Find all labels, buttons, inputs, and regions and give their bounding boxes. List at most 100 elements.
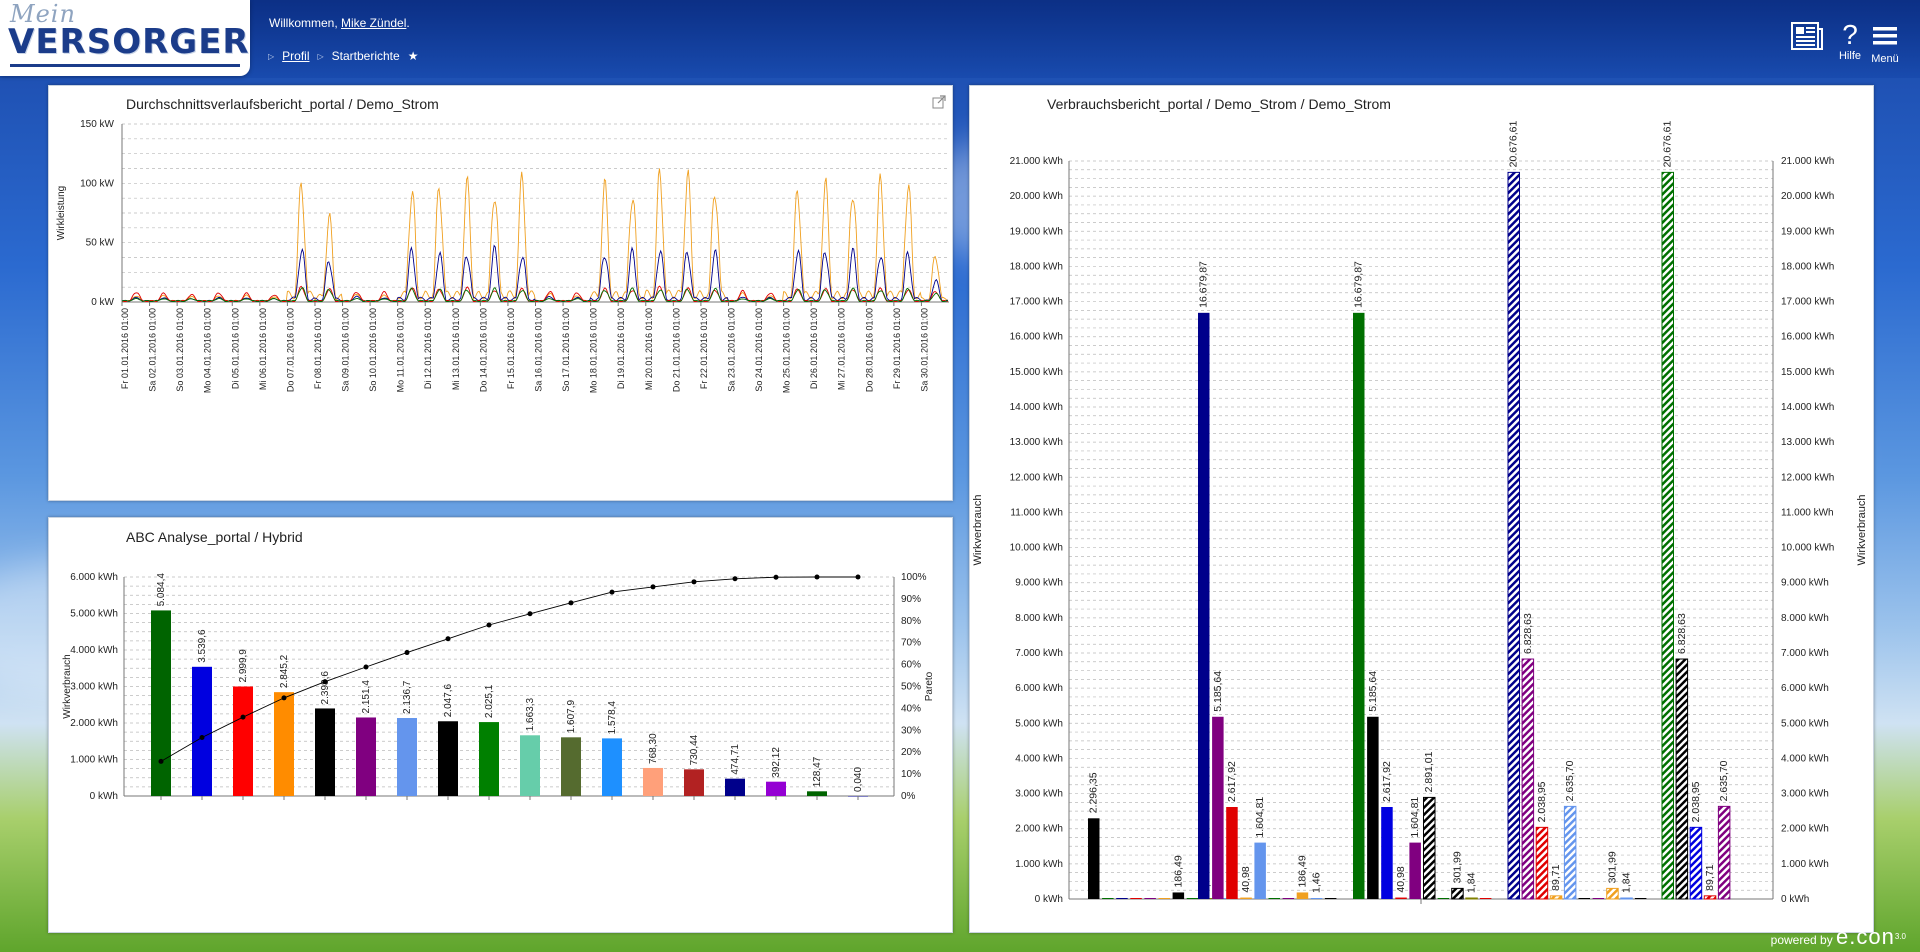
favorite-star-icon[interactable]: ★ [408,49,419,63]
y2-tick-label: 40% [901,703,921,714]
bar [766,781,786,796]
bar [1507,171,1520,900]
bar [1226,806,1238,899]
bar [1437,898,1450,899]
x-tick-label: Sa 09.01.2016 01:00 [341,308,351,392]
bar-value-label: 89,71 [1550,864,1562,890]
pareto-point [773,574,779,580]
y-tick-label: 2.000 kWh [70,718,118,729]
y2-tick-label: 5.000 kWh [1781,718,1829,729]
y2-tick-label: 16.000 kWh [1781,332,1834,343]
breadcrumb-startberichte[interactable]: Startberichte [332,49,400,63]
bar-value-label: 2.047,6 [443,683,454,717]
bar [1563,805,1577,900]
bar [1634,898,1647,899]
y-tick-label: 16.000 kWh [1010,332,1063,343]
x-tick-label: So 03.01.2016 01:00 [175,308,185,392]
bar [520,735,540,796]
welcome-suffix: . [406,16,410,30]
y-tick-label: 0 kW [91,297,114,308]
bar-value-label: 20.676,61 [1508,120,1520,167]
top-bar: Mein VERSORGER Willkommen, Mike Zündel. … [0,0,1920,78]
bar [1130,898,1142,899]
bar [1172,892,1185,899]
y-tick-label: 5.000 kWh [1015,718,1063,729]
logo[interactable]: Mein VERSORGER [0,0,250,76]
abc-analysis-chart: 0 kWh 1.000 kWh 2.000 kWh 3.000 kWh 4.000 kW… [62,572,935,802]
bar [1381,806,1393,899]
y-tick-label: 5.000 kWh [70,609,118,620]
y-tick-label: 13.000 kWh [1010,437,1063,448]
pareto-point [322,679,328,685]
bar-value-label: 3.539,6 [197,629,208,663]
bar-value-label: 1,46 [1311,872,1323,893]
y-tick-label: 1.000 kWh [70,755,118,766]
report-button[interactable] [1790,20,1824,55]
y2-tick-label: 50% [901,682,921,693]
bar-value-label: 2.617,92 [1226,761,1238,802]
bar [561,737,581,796]
pareto-point [609,589,615,595]
bar [1675,658,1689,900]
panel-abc-analysis: ABC Analyse_portal / Hybrid 0 kWh 1.000 k… [48,517,953,933]
x-tick-label: Di 26.01.2016 01:00 [809,308,819,389]
y-tick-label: 18.000 kWh [1010,261,1063,272]
y2-tick-label: 21.000 kWh [1781,156,1834,167]
menu-button[interactable]: Menü [1870,20,1900,65]
bar-value-label: 2.398,6 [320,671,331,705]
bar [725,778,745,796]
bar [1158,898,1170,899]
bar-value-label: 392,12 [771,747,782,778]
x-tick-label: Fr 22.01.2016 01:00 [699,308,709,389]
y-tick-label: 9.000 kWh [1015,578,1063,589]
bar-value-label: 16.679,87 [1198,261,1210,308]
y-tick-label: 3.000 kWh [70,682,118,693]
pareto-point [855,574,861,580]
x-tick-label: Do 07.01.2016 01:00 [285,308,295,392]
menu-label: Menü [1871,53,1899,65]
y2-tick-label: 10.000 kWh [1781,543,1834,554]
bar [807,791,827,796]
bar [602,738,622,796]
bar [1717,805,1731,900]
y2-tick-label: 9.000 kWh [1781,578,1829,589]
y-tick-label: 21.000 kWh [1010,156,1063,167]
x-tick-label: So 24.01.2016 01:00 [754,308,764,392]
bar [1116,898,1128,899]
help-button[interactable]: ? Hilfe [1837,20,1863,63]
bar [1606,887,1619,900]
consumption-chart: 0 kWh 0 kWh 1.000 kWh 1.000 kWh 2.000 kWh 2.0… [972,120,1868,905]
y-tick-label: 12.000 kWh [1010,472,1063,483]
bar-value-label: 2.136,7 [402,680,413,714]
bar-value-label: 5.185,64 [1212,671,1224,712]
logo-underline [10,64,240,67]
bar [1144,898,1156,899]
y2-tick-label: 13.000 kWh [1781,437,1834,448]
y-tick-label: 4.000 kWh [1015,753,1063,764]
x-tick-label: Sa 23.01.2016 01:00 [726,308,736,392]
y2-tick-label: 1.000 kWh [1781,859,1829,870]
bar [1268,898,1280,899]
bar-value-label: 40,98 [1240,866,1252,892]
breadcrumb-profil[interactable]: Profil [282,49,309,63]
x-tick-label: Fr 08.01.2016 01:00 [313,308,323,389]
bar-value-label: 5.084,4 [156,573,167,607]
bar-value-label: 2.635,70 [1564,760,1576,801]
bar [233,686,253,796]
average-profile-chart: 0 kW 50 kW 100 kW 150 kW Wirkleistung Fr 01.0… [56,119,949,393]
bar [1310,898,1323,899]
x-tick-label: Do 28.01.2016 01:00 [864,308,874,392]
bar-value-label: 301,99 [1451,851,1463,883]
bar-value-label: 40,98 [1395,866,1407,892]
bar [438,721,458,796]
bar [1102,898,1114,899]
y2-tick-label: 60% [901,660,921,671]
y-tick-label: 4.000 kWh [70,645,118,656]
bar [684,769,704,796]
user-name-link[interactable]: Mike Zündel [341,16,406,30]
bar [1088,818,1100,899]
x-tick-label: Di 12.01.2016 01:00 [423,308,433,389]
y-tick-label: 6.000 kWh [70,572,118,583]
x-tick-label: Fr 15.01.2016 01:00 [506,308,516,389]
y2-tick-label: 30% [901,725,921,736]
